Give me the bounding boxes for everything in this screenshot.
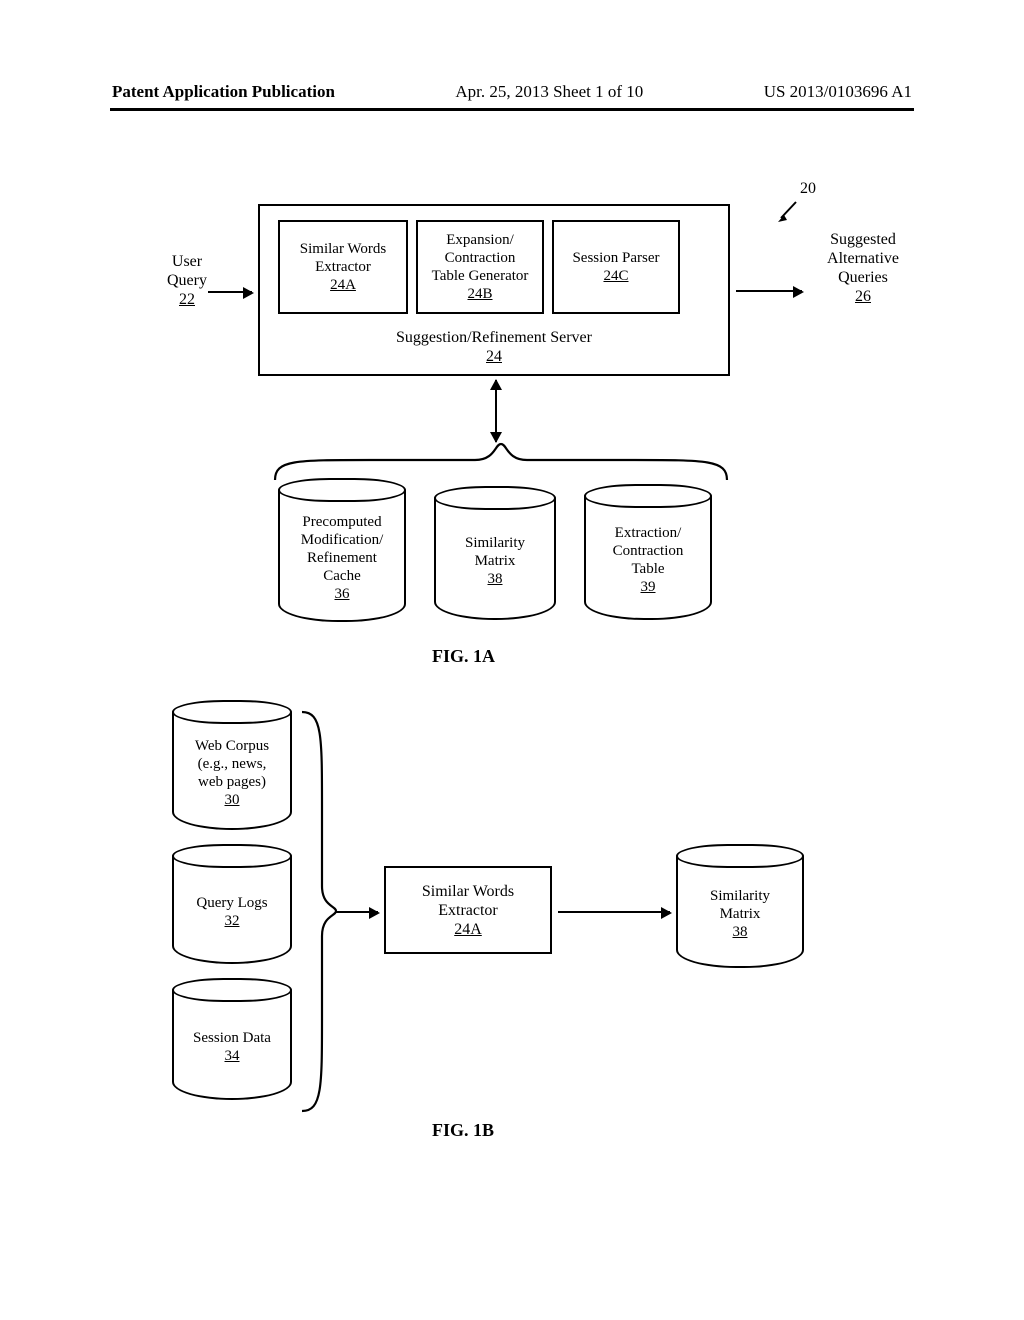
server-ref: 24 bbox=[260, 347, 728, 366]
swe-line1: Similar Words bbox=[300, 240, 386, 258]
suggestion-refinement-server-box: Similar Words Extractor 24A Expansion/ C… bbox=[258, 204, 730, 376]
sweb-ref: 24A bbox=[454, 920, 482, 939]
query-logs-cylinder: Query Logs 32 bbox=[172, 856, 292, 964]
sp-ref: 24C bbox=[603, 267, 628, 285]
date-sheet: Apr. 25, 2013 Sheet 1 of 10 bbox=[455, 82, 643, 102]
sq-line2: Alternative bbox=[808, 249, 918, 268]
uq-line2: Query bbox=[152, 271, 222, 290]
server-line1: Suggestion/Refinement Server bbox=[260, 328, 728, 347]
pmr-line1: Precomputed bbox=[302, 513, 381, 531]
similarity-matrix-cylinder-b: Similarity Matrix 38 bbox=[676, 856, 804, 968]
session-data-cylinder: Session Data 34 bbox=[172, 990, 292, 1100]
cylinder-lid bbox=[278, 478, 406, 502]
cylinder-lid bbox=[172, 700, 292, 724]
pmr-line3: Refinement bbox=[307, 549, 377, 567]
web-corpus-cylinder: Web Corpus (e.g., news, web pages) 30 bbox=[172, 712, 292, 830]
arrow-inputs-to-extractor bbox=[336, 911, 378, 913]
ectbl-ref: 39 bbox=[641, 578, 656, 596]
cylinder-body: Similarity Matrix 38 bbox=[436, 508, 554, 614]
ql-line1: Query Logs bbox=[196, 894, 267, 912]
page: Patent Application Publication Apr. 25, … bbox=[0, 0, 1024, 1320]
cylinder-body: Similarity Matrix 38 bbox=[678, 866, 802, 962]
cylinder-lid bbox=[434, 486, 556, 510]
sd-line1: Session Data bbox=[193, 1029, 271, 1047]
session-parser-box: Session Parser 24C bbox=[552, 220, 680, 314]
pmr-line4: Cache bbox=[323, 567, 360, 585]
server-caption: Suggestion/Refinement Server 24 bbox=[260, 328, 728, 366]
expansion-contraction-table-generator-box: Expansion/ Contraction Table Generator 2… bbox=[416, 220, 544, 314]
sweb-line2: Extractor bbox=[438, 901, 498, 920]
brace-inputs bbox=[298, 706, 340, 1117]
cylinder-lid bbox=[584, 484, 712, 508]
sq-line3: Queries bbox=[808, 268, 918, 287]
wc-ref: 30 bbox=[225, 791, 240, 809]
sim-line2: Matrix bbox=[475, 552, 516, 570]
ect-ref: 24B bbox=[467, 285, 492, 303]
sim-ref: 38 bbox=[488, 570, 503, 588]
cylinder-lid bbox=[172, 978, 292, 1002]
wc-line3: web pages) bbox=[198, 773, 266, 791]
wc-line1: Web Corpus bbox=[195, 737, 269, 755]
ect-line2: Contraction bbox=[445, 249, 516, 267]
suggested-queries-label: Suggested Alternative Queries 26 bbox=[808, 230, 918, 306]
cylinder-body: Session Data 34 bbox=[174, 1000, 290, 1094]
extraction-contraction-table-cylinder: Extraction/ Contraction Table 39 bbox=[584, 496, 712, 620]
similarity-matrix-cylinder: Similarity Matrix 38 bbox=[434, 498, 556, 620]
reference-20-leader bbox=[778, 198, 802, 222]
cylinder-lid bbox=[676, 844, 804, 868]
pmr-ref: 36 bbox=[335, 585, 350, 603]
figure-1b-caption: FIG. 1B bbox=[432, 1120, 494, 1141]
cylinder-lid bbox=[172, 844, 292, 868]
user-query-label: User Query 22 bbox=[152, 252, 222, 309]
header-rule bbox=[110, 108, 914, 111]
swe-line2: Extractor bbox=[315, 258, 371, 276]
ect-line3: Table Generator bbox=[432, 267, 529, 285]
precomputed-cache-cylinder: Precomputed Modification/ Refinement Cac… bbox=[278, 490, 406, 622]
sweb-line1: Similar Words bbox=[422, 882, 514, 901]
similar-words-extractor-box: Similar Words Extractor 24A bbox=[278, 220, 408, 314]
sq-line1: Suggested bbox=[808, 230, 918, 249]
cylinder-body: Extraction/ Contraction Table 39 bbox=[586, 506, 710, 614]
cylinder-body: Query Logs 32 bbox=[174, 866, 290, 958]
arrow-extractor-to-matrix bbox=[558, 911, 670, 913]
sp-line1: Session Parser bbox=[572, 249, 659, 267]
similar-words-extractor-box-b: Similar Words Extractor 24A bbox=[384, 866, 552, 954]
sq-ref: 26 bbox=[808, 287, 918, 306]
ect-line1: Expansion/ bbox=[446, 231, 514, 249]
sim2-ref: 38 bbox=[733, 923, 748, 941]
arrow-user-query-to-server bbox=[208, 291, 252, 293]
patent-number: US 2013/0103696 A1 bbox=[764, 82, 912, 102]
wc-line2: (e.g., news, bbox=[198, 755, 267, 773]
brace-storage bbox=[270, 440, 732, 482]
arrow-server-to-output bbox=[736, 290, 802, 292]
swe-ref: 24A bbox=[330, 276, 356, 294]
ectbl-line2: Contraction bbox=[613, 542, 684, 560]
page-header: Patent Application Publication Apr. 25, … bbox=[112, 82, 912, 102]
uq-line1: User bbox=[152, 252, 222, 271]
sd-ref: 34 bbox=[225, 1047, 240, 1065]
ql-ref: 32 bbox=[225, 912, 240, 930]
ectbl-line3: Table bbox=[631, 560, 664, 578]
double-arrow-server-storage bbox=[495, 380, 497, 442]
sim2-line2: Matrix bbox=[720, 905, 761, 923]
sim2-line1: Similarity bbox=[710, 887, 770, 905]
sim-line1: Similarity bbox=[465, 534, 525, 552]
publication-type: Patent Application Publication bbox=[112, 82, 335, 102]
reference-20: 20 bbox=[800, 180, 816, 198]
figure-1a-caption: FIG. 1A bbox=[432, 646, 495, 667]
pmr-line2: Modification/ bbox=[301, 531, 384, 549]
cylinder-body: Web Corpus (e.g., news, web pages) 30 bbox=[174, 722, 290, 824]
ectbl-line1: Extraction/ bbox=[615, 524, 682, 542]
cylinder-body: Precomputed Modification/ Refinement Cac… bbox=[280, 500, 404, 616]
